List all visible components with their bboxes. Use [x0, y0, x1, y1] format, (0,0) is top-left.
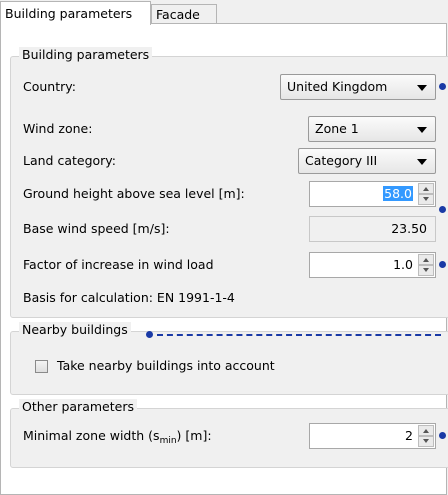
chevron-down-icon	[417, 159, 427, 165]
min-zone-spinner[interactable]	[418, 425, 434, 447]
spin-down-icon[interactable]	[418, 265, 434, 276]
base-wind-readout: 23.50	[309, 216, 436, 242]
link-dot-icon	[146, 331, 153, 338]
spin-down-icon[interactable]	[418, 194, 434, 205]
min-zone-label-pre: Minimal zone width (s	[23, 428, 160, 443]
link-dot-icon	[439, 83, 446, 90]
country-value: United Kingdom	[287, 79, 388, 94]
factor-value: 1.0	[393, 257, 413, 272]
min-zone-width-input[interactable]: 2	[309, 423, 436, 449]
group-title: Building parameters	[19, 47, 153, 62]
country-select[interactable]: United Kingdom	[280, 74, 436, 100]
connector-line	[157, 334, 441, 336]
min-zone-width-label: Minimal zone width (smin) [m]:	[23, 428, 212, 446]
base-wind-label: Base wind speed [m/s]:	[23, 221, 170, 236]
spin-up-icon[interactable]	[418, 425, 434, 436]
min-zone-label-post: ) [m]:	[176, 428, 212, 443]
basis-text: Basis for calculation: EN 1991-1-4	[23, 290, 235, 305]
factor-label: Factor of increase in wind load	[23, 257, 214, 272]
wind-zone-label: Wind zone:	[23, 121, 93, 136]
wind-zone-select[interactable]: Zone 1	[308, 116, 436, 142]
link-dot-icon	[439, 432, 446, 439]
ground-height-label: Ground height above sea level [m]:	[23, 186, 245, 201]
land-category-select[interactable]: Category III	[298, 148, 436, 174]
chevron-down-icon	[417, 127, 427, 133]
ground-height-input[interactable]: 58.0	[309, 181, 436, 207]
spin-down-icon[interactable]	[418, 436, 434, 447]
spin-up-icon[interactable]	[418, 183, 434, 194]
ground-height-spinner[interactable]	[418, 183, 434, 205]
country-label: Country:	[23, 79, 76, 94]
factor-spinner[interactable]	[418, 254, 434, 276]
group-title: Nearby buildings	[19, 322, 131, 337]
tab-building-parameters[interactable]: Building parameters	[0, 1, 151, 25]
link-dot-icon	[439, 206, 446, 213]
link-dot-icon	[439, 261, 446, 268]
group-title: Other parameters	[19, 399, 137, 414]
min-zone-width-value: 2	[405, 428, 413, 443]
tab-label: Building parameters	[5, 6, 133, 21]
nearby-buildings-checkbox-label: Take nearby buildings into account	[57, 358, 275, 373]
tab-facade[interactable]: Facade	[151, 4, 217, 24]
min-zone-label-sub: min	[159, 436, 177, 446]
chevron-down-icon	[417, 85, 427, 91]
base-wind-value: 23.50	[391, 221, 427, 236]
wind-zone-value: Zone 1	[315, 121, 359, 136]
factor-input[interactable]: 1.0	[309, 252, 436, 278]
tab-label: Facade	[156, 7, 200, 22]
tab-strip: Building parameters Facade	[0, 0, 448, 25]
land-category-label: Land category:	[23, 153, 116, 168]
spin-up-icon[interactable]	[418, 254, 434, 265]
ground-height-value: 58.0	[383, 186, 413, 201]
nearby-buildings-checkbox[interactable]	[35, 360, 48, 373]
land-category-value: Category III	[305, 153, 378, 168]
